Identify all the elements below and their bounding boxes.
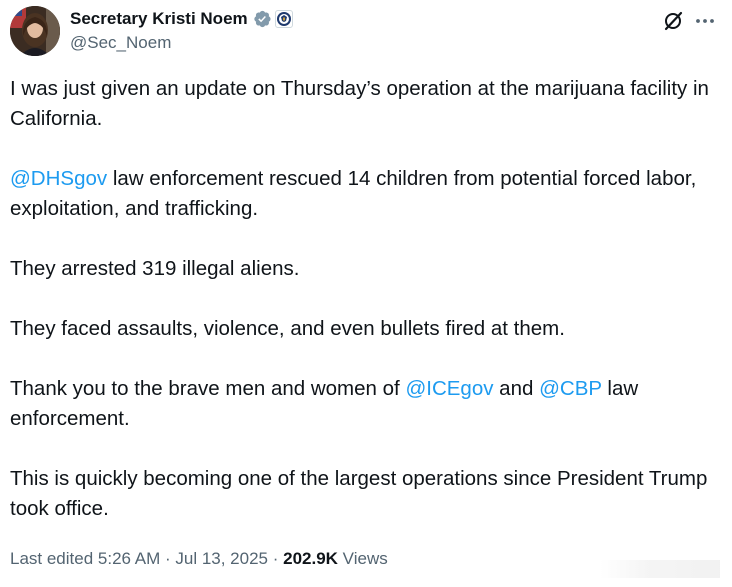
avatar-photo (10, 6, 60, 56)
dhs-seal-icon[interactable] (274, 10, 293, 28)
header-actions (662, 10, 716, 32)
author-names: Secretary Kristi Noem @Sec_Noem (70, 8, 293, 53)
tweet-paragraph-1: I was just given an update on Thursday’s… (10, 77, 709, 130)
mention-dhsgov[interactable]: @DHSgov (10, 167, 107, 190)
tweet-meta: Last edited 5:26 AM · Jul 13, 2025 · 202… (10, 546, 388, 572)
verified-badge-icon[interactable] (252, 9, 272, 29)
tweet-paragraph-3: They arrested 319 illegal aliens. (10, 257, 300, 280)
tweet: Secretary Kristi Noem @Sec_Noem I was ju… (0, 0, 732, 587)
tweet-paragraph-2: @DHSgov law enforcement rescued 14 child… (10, 164, 710, 224)
more-dots-icon[interactable] (694, 10, 716, 32)
tweet-paragraph-5-mid: and (493, 377, 540, 400)
edited-timestamp[interactable]: Last edited 5:26 AM · Jul 13, 2025 · (10, 549, 283, 568)
tweet-text: I was just given an update on Thursday’s… (10, 74, 710, 554)
display-name[interactable]: Secretary Kristi Noem (70, 9, 248, 29)
tweet-paragraph-2-text: law enforcement rescued 14 children from… (10, 167, 697, 220)
tweet-header: Secretary Kristi Noem @Sec_Noem (10, 4, 722, 56)
mention-icegov[interactable]: @ICEgov (405, 377, 493, 400)
views-count: 202.9K (283, 549, 338, 568)
tweet-paragraph-4: They faced assaults, violence, and even … (10, 317, 565, 340)
tweet-paragraph-5-pre: Thank you to the brave men and women of (10, 377, 406, 400)
grok-icon[interactable] (662, 10, 684, 32)
watermark-fade (600, 560, 720, 578)
avatar[interactable] (10, 6, 60, 56)
name-row: Secretary Kristi Noem (70, 8, 293, 30)
tweet-paragraph-6: This is quickly becoming one of the larg… (10, 467, 708, 520)
mention-cbp[interactable]: @CBP (539, 377, 602, 400)
tweet-paragraph-5: Thank you to the brave men and women of … (10, 374, 710, 434)
views-label: Views (337, 549, 388, 568)
author-handle[interactable]: @Sec_Noem (70, 33, 293, 53)
